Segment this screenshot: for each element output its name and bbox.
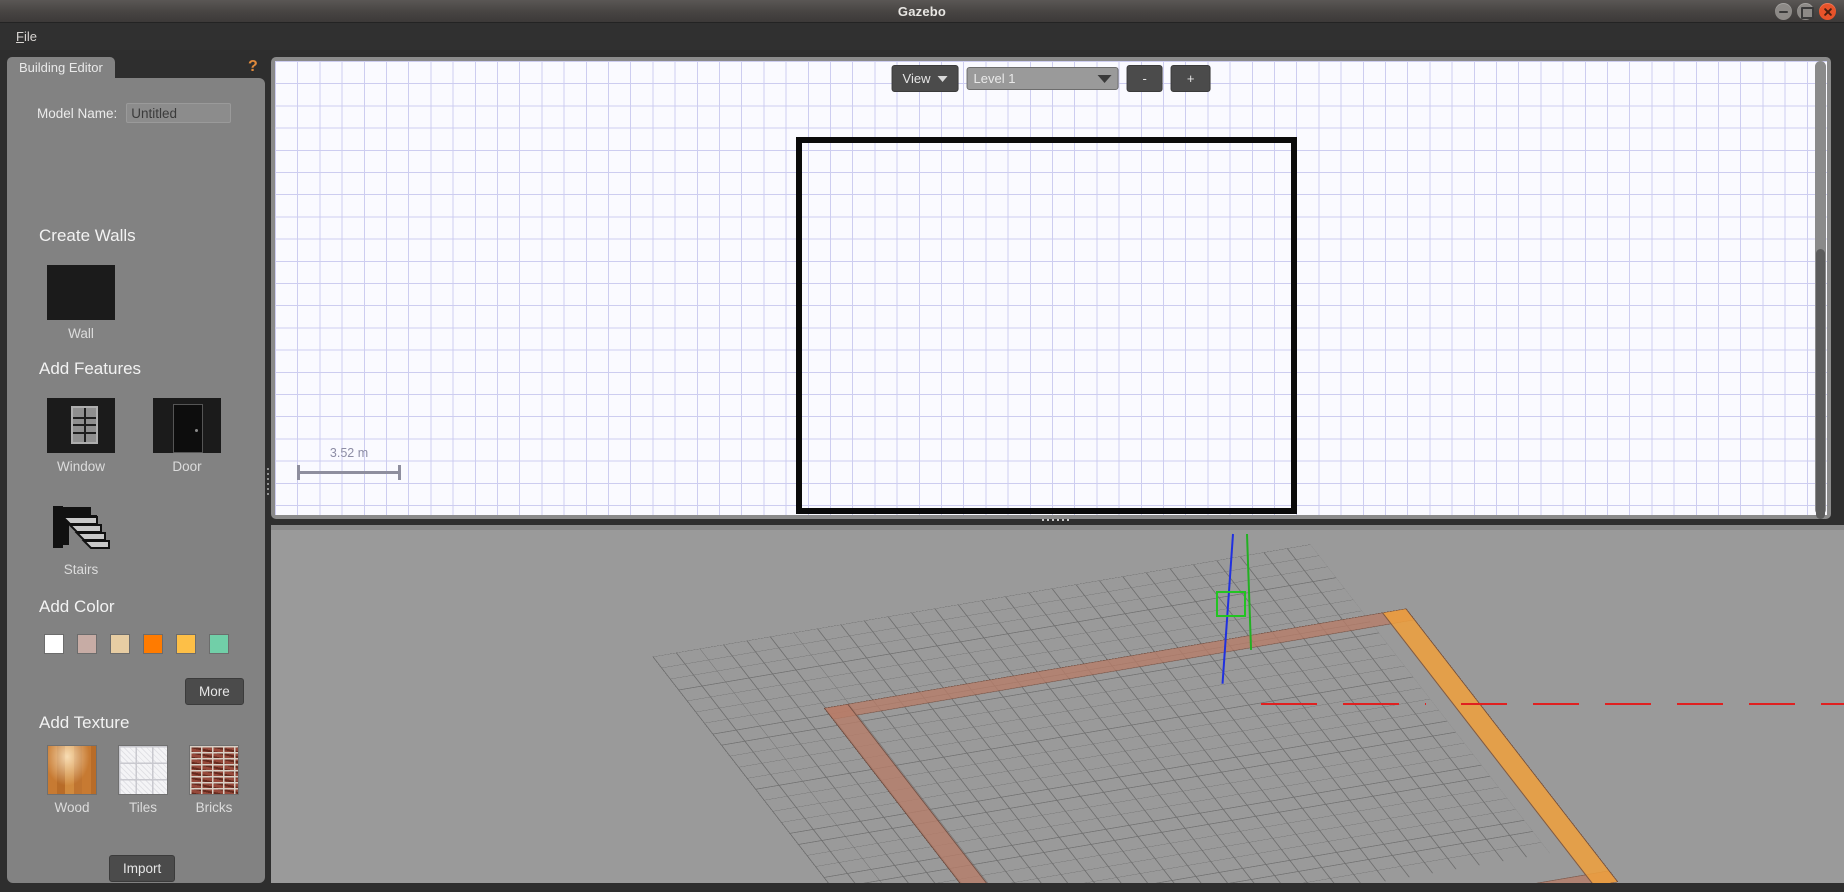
guide-line-red-near [1261,703,1426,705]
more-colors-button[interactable]: More [185,678,244,705]
tab-building-editor[interactable]: Building Editor [7,57,115,79]
view-menu-label: View [902,71,931,86]
chevron-down-icon [1097,74,1112,83]
level-select[interactable]: Level 1 [966,67,1119,90]
view-splitter-handle[interactable] [1042,519,1069,521]
wall-outline-2d[interactable] [796,137,1297,514]
door-icon [153,398,221,453]
model-name-input[interactable] [126,103,232,123]
scale-bar-value: 3.52 m [329,446,369,460]
palette-label-door: Door [172,459,202,474]
window-icon [47,398,115,453]
panel-tabstrip: Building Editor [7,57,265,79]
view-menu-button[interactable]: View [891,65,959,92]
minimize-icon[interactable] [1775,3,1792,20]
help-icon[interactable]: ? [248,58,258,76]
texture-item-tiles[interactable]: Tiles [110,745,176,815]
model-name-row: Model Name: [37,103,232,123]
level-select-value: Level 1 [973,71,1016,86]
viewport-top-strip [271,525,1844,530]
color-swatch[interactable] [143,634,163,654]
editor-toolbar: View Level 1 - + [891,65,1211,92]
canvas-2d[interactable]: 3.52 m [275,61,1827,515]
palette-item-stairs[interactable]: Stairs [45,501,117,577]
palette-item-wall[interactable]: Wall [45,265,117,341]
chevron-down-icon [937,75,948,82]
palette-item-window[interactable]: Window [45,398,117,474]
maximize-icon[interactable] [1797,3,1814,20]
texture-label-wood: Wood [54,800,90,815]
texture-label-bricks: Bricks [195,800,233,815]
palette-label-wall: Wall [68,326,94,341]
wood-texture-icon [47,745,97,795]
stairs-icon [47,501,115,556]
canvas-2d-frame: 3.52 m View Level 1 - + [271,57,1831,519]
texture-label-tiles: Tiles [128,800,157,815]
section-title-add-color: Add Color [39,597,115,616]
section-title-add-features: Add Features [39,359,142,378]
color-swatch[interactable] [44,634,64,654]
building-editor-panel: Model Name: Create Walls Wall Add Featur… [7,78,265,883]
color-swatch[interactable] [110,634,130,654]
palette-item-door[interactable]: Door [151,398,223,474]
selection-marker [1216,591,1246,617]
zoom-out-button[interactable]: - [1126,65,1163,92]
title-bar: Gazebo [0,0,1844,23]
menu-file[interactable]: File [10,27,43,46]
color-swatch[interactable] [176,634,196,654]
wall-3d-east-selected[interactable] [1381,608,1619,887]
section-title-create-walls: Create Walls [39,226,136,245]
scale-bar: 3.52 m [297,446,401,480]
panel-splitter-handle[interactable] [267,468,269,495]
menu-file-label: ile [23,29,37,44]
palette-label-stairs: Stairs [63,562,99,577]
texture-item-wood[interactable]: Wood [39,745,105,815]
palette-label-window: Window [56,459,105,474]
color-swatch-list [44,634,229,654]
viewport-3d[interactable] [271,525,1844,892]
section-title-add-texture: Add Texture [39,713,130,732]
model-name-label: Model Name: [37,105,118,121]
scrollbar-thumb[interactable] [1816,249,1825,519]
bricks-texture-icon [189,745,239,795]
import-button[interactable]: Import [109,855,176,882]
texture-item-bricks[interactable]: Bricks [181,745,247,815]
zoom-in-button[interactable]: + [1170,65,1211,92]
close-icon[interactable] [1819,3,1836,20]
color-swatch[interactable] [77,634,97,654]
canvas-vertical-scrollbar[interactable] [1815,61,1826,519]
window-title: Gazebo [897,4,947,19]
bottom-bar [0,883,1844,892]
guide-line-red [1461,703,1844,705]
color-swatch[interactable] [209,634,229,654]
brick-wall-icon [47,265,115,320]
tiles-texture-icon [118,745,168,795]
gazebo-window: Gazebo File Building Editor ? Model Name… [0,0,1844,892]
window-controls [1775,3,1836,20]
menu-bar: File [0,23,1844,50]
